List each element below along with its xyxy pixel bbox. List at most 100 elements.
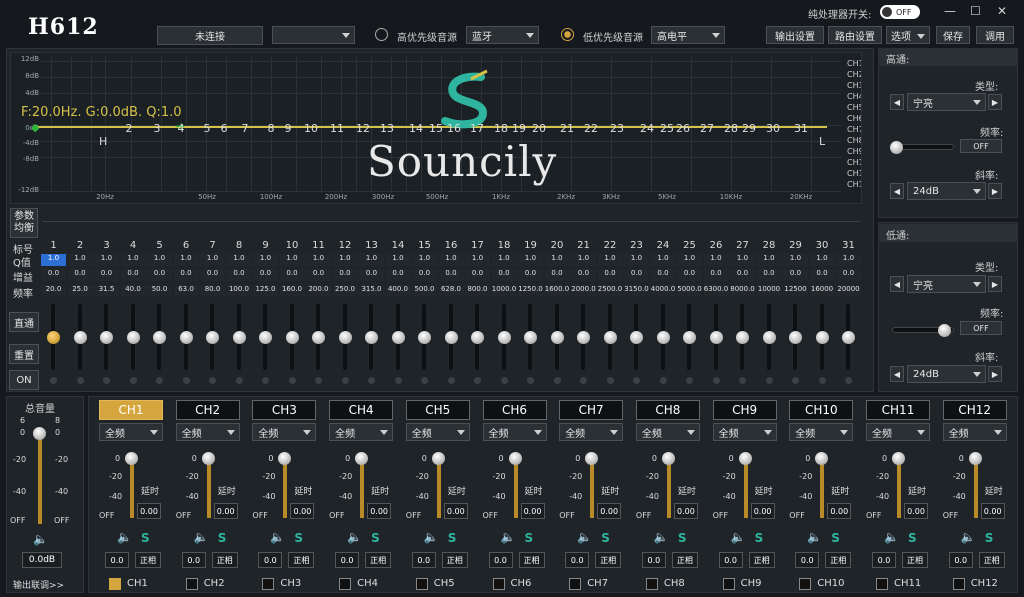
speaker-icon[interactable]: 🔈 — [424, 530, 439, 544]
band-enable-dot[interactable] — [500, 377, 508, 384]
band-enable-dot[interactable] — [580, 377, 587, 384]
phase-button[interactable]: 正相 — [595, 552, 622, 568]
phase-button[interactable]: 正相 — [365, 552, 392, 568]
master-volume-value[interactable]: 0.0dB — [22, 552, 62, 568]
link-checkbox[interactable] — [492, 578, 505, 590]
delay-value[interactable]: 0.00 — [827, 503, 852, 519]
master-volume-knob[interactable] — [33, 427, 46, 440]
channel-type-select[interactable]: 全频 — [252, 423, 317, 441]
band-gain-knob[interactable] — [365, 331, 378, 344]
link-checkbox[interactable] — [645, 578, 658, 590]
s-icon[interactable]: S — [294, 531, 303, 545]
band-gain-knob[interactable] — [73, 331, 87, 344]
gain-value[interactable]: 0.0 — [200, 269, 225, 281]
band-enable-dot[interactable] — [315, 377, 322, 384]
graph-channel-label[interactable]: CH2 — [847, 70, 861, 79]
gain-value[interactable]: 0.0 — [173, 269, 199, 281]
band-gain-knob[interactable] — [47, 331, 60, 344]
band-gain-knob[interactable] — [285, 331, 299, 344]
q-value[interactable]: 1.0 — [359, 254, 384, 266]
lowpass-type-next-icon[interactable]: ▶ — [988, 276, 1002, 292]
band-gain-knob[interactable] — [471, 331, 484, 344]
speaker-icon[interactable]: 🔈 — [501, 530, 516, 544]
highpass-slope-next-icon[interactable]: ▶ — [988, 183, 1002, 199]
s-icon[interactable]: S — [831, 531, 840, 545]
gain-value[interactable]: 0.0 — [809, 269, 835, 281]
phase-button[interactable]: 正相 — [978, 552, 1005, 568]
band-gain-knob[interactable] — [259, 331, 272, 344]
gain-value[interactable]: 0.0 — [544, 269, 570, 281]
channel-type-select[interactable]: 全频 — [405, 423, 470, 441]
load-button[interactable]: 调用 — [976, 26, 1014, 44]
graph-channel-label[interactable]: CH9 — [847, 147, 861, 156]
speaker-icon[interactable]: 🔈 — [194, 530, 209, 544]
link-checkbox[interactable] — [876, 578, 888, 590]
link-checkbox[interactable] — [109, 578, 121, 590]
band-marker-icon[interactable]: ◆ — [31, 121, 39, 134]
channel-type-select[interactable]: 全频 — [942, 423, 1007, 441]
highpass-type-select[interactable]: 宁亮 — [907, 93, 986, 111]
gain-value[interactable]: 0.0 — [465, 269, 490, 281]
delay-value[interactable]: 0.00 — [367, 503, 392, 519]
s-icon[interactable]: S — [525, 531, 534, 545]
delay-value[interactable]: 0.00 — [443, 503, 468, 519]
channel-volume-track[interactable] — [436, 460, 441, 518]
output-settings-button[interactable]: 输出设置 — [766, 26, 824, 44]
band-gain-knob[interactable] — [577, 331, 590, 344]
band-gain-knob[interactable] — [497, 331, 511, 344]
high-priority-radio[interactable] — [375, 28, 388, 41]
band-gain-knob[interactable] — [842, 331, 855, 344]
q-value[interactable]: 1.0 — [41, 254, 66, 266]
freq-value[interactable]: 315.0 — [359, 285, 384, 297]
q-value[interactable]: 1.0 — [650, 254, 676, 266]
highpass-freq-knob[interactable] — [890, 141, 903, 154]
channel-volume-track[interactable] — [973, 460, 978, 518]
channel-volume-knob[interactable] — [431, 452, 445, 465]
q-value[interactable]: 1.0 — [94, 254, 119, 266]
gain-value[interactable]: 0.0 — [703, 269, 729, 281]
s-icon[interactable]: S — [678, 531, 687, 545]
q-value[interactable]: 1.0 — [677, 254, 702, 266]
lowpass-slope-next-icon[interactable]: ▶ — [988, 366, 1002, 382]
q-value[interactable]: 1.0 — [306, 254, 331, 266]
band-enable-dot[interactable] — [235, 377, 243, 384]
delay-value[interactable]: 0.00 — [980, 503, 1005, 519]
link-checkbox[interactable] — [799, 578, 812, 590]
high-priority-select[interactable]: 蓝牙 — [466, 26, 539, 44]
band-enable-dot[interactable] — [50, 377, 57, 384]
freq-value[interactable]: 125.0 — [253, 285, 278, 297]
freq-value[interactable]: 250.0 — [332, 285, 358, 297]
close-icon[interactable]: ✕ — [997, 4, 1007, 18]
gain-value[interactable]: 0.0 — [412, 269, 437, 281]
delay-value[interactable]: 0.00 — [213, 503, 238, 519]
band-gain-knob[interactable] — [206, 331, 219, 344]
channel-gain-value[interactable]: 0.0 — [795, 552, 820, 568]
pure-processor-toggle[interactable]: OFF — [880, 5, 920, 19]
link-checkbox[interactable] — [262, 578, 275, 590]
gain-value[interactable]: 0.0 — [571, 269, 596, 281]
phase-button[interactable]: 正相 — [748, 552, 775, 568]
band-enable-dot[interactable] — [368, 377, 375, 384]
channel-gain-value[interactable]: 0.0 — [181, 552, 206, 568]
lowpass-slope-select[interactable]: 24dB — [907, 365, 986, 383]
freq-value[interactable]: 16000 — [809, 285, 835, 297]
band-enable-dot[interactable] — [262, 377, 269, 384]
freq-value[interactable]: 3150.0 — [624, 285, 649, 297]
channel-volume-track[interactable] — [590, 460, 595, 518]
speaker-icon[interactable]: 🔈 — [270, 530, 285, 544]
channel-type-select[interactable]: 全频 — [482, 423, 547, 441]
channel-gain-value[interactable]: 0.0 — [718, 552, 743, 568]
band-enable-dot[interactable] — [394, 377, 402, 384]
options-menu[interactable]: 选项 — [886, 26, 930, 44]
gain-value[interactable]: 0.0 — [332, 269, 358, 281]
lowpass-type-prev-icon[interactable]: ◀ — [890, 276, 904, 292]
lowpass-freq-state[interactable]: OFF — [960, 321, 1002, 335]
channel-volume-track[interactable] — [360, 460, 365, 518]
band-gain-knob[interactable] — [312, 331, 325, 344]
freq-value[interactable]: 25.0 — [67, 285, 93, 297]
highpass-slope-prev-icon[interactable]: ◀ — [890, 183, 904, 199]
low-priority-select[interactable]: 高电平 — [651, 26, 725, 44]
q-value[interactable]: 1.0 — [624, 254, 649, 266]
channel-button[interactable]: CH8 — [635, 400, 700, 420]
freq-value[interactable]: 80.0 — [200, 285, 225, 297]
